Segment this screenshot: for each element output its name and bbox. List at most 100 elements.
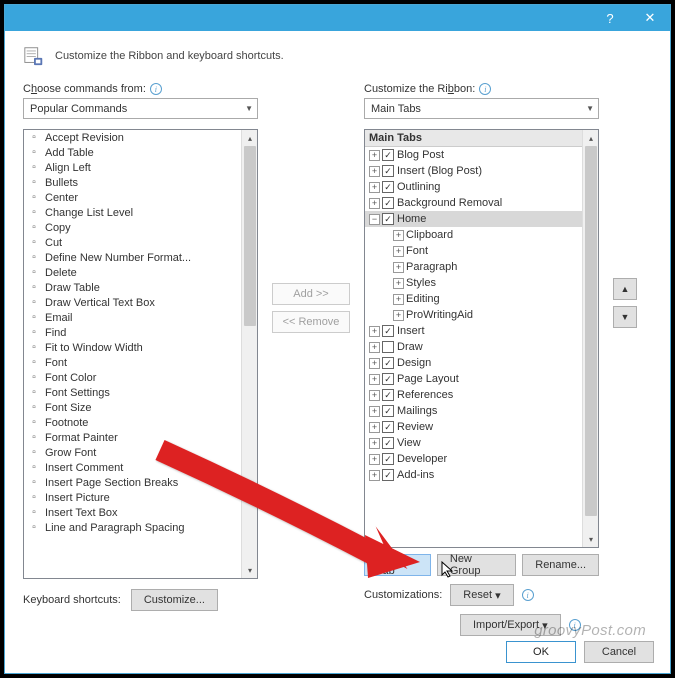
expand-icon[interactable]: + <box>393 262 404 273</box>
help-button[interactable]: ? <box>590 5 630 31</box>
expand-icon[interactable]: + <box>393 294 404 305</box>
expand-icon[interactable]: + <box>369 374 380 385</box>
expand-icon[interactable]: + <box>369 470 380 481</box>
list-item[interactable]: ▫Font Color‣▾ <box>24 370 257 385</box>
expand-icon[interactable]: + <box>369 438 380 449</box>
list-item[interactable]: ▫Align Left <box>24 160 257 175</box>
expand-icon[interactable]: + <box>369 454 380 465</box>
tree-node[interactable]: +✓Mailings <box>365 403 598 419</box>
list-item[interactable]: ▫Add Table▸ <box>24 145 257 160</box>
list-item[interactable]: ▫Grow Font <box>24 445 257 460</box>
checkbox[interactable]: ✓ <box>382 213 394 225</box>
info-icon[interactable]: i <box>479 83 491 95</box>
info-icon[interactable]: i <box>150 83 162 95</box>
tree-node[interactable]: +Draw <box>365 339 598 355</box>
tree-node[interactable]: +✓Insert (Blog Post) <box>365 163 598 179</box>
expand-icon[interactable]: + <box>369 326 380 337</box>
list-item[interactable]: ▫Bullets‣▾ <box>24 175 257 190</box>
tree-node[interactable]: +✓Review <box>365 419 598 435</box>
tree-node[interactable]: +✓Insert <box>365 323 598 339</box>
checkbox[interactable]: ✓ <box>382 453 394 465</box>
list-item[interactable]: ▫Find <box>24 325 257 340</box>
list-item[interactable]: ▫Insert Text Box▸ <box>24 505 257 520</box>
list-item[interactable]: ▫Font Size‣▾ <box>24 400 257 415</box>
scroll-down-icon[interactable]: ▾ <box>242 562 258 578</box>
new-tab-button[interactable]: New Tab <box>364 554 431 576</box>
scroll-thumb[interactable] <box>244 146 256 326</box>
expand-icon[interactable]: + <box>393 246 404 257</box>
tree-node[interactable]: +Clipboard <box>365 227 598 243</box>
list-item[interactable]: ▫Insert Picture <box>24 490 257 505</box>
list-item[interactable]: ▫Insert Comment <box>24 460 257 475</box>
checkbox[interactable]: ✓ <box>382 405 394 417</box>
scrollbar[interactable]: ▴ ▾ <box>241 130 257 578</box>
scrollbar[interactable]: ▴ ▾ <box>582 130 598 547</box>
list-item[interactable]: ▫Footnote <box>24 415 257 430</box>
expand-icon[interactable]: + <box>369 406 380 417</box>
scroll-down-icon[interactable]: ▾ <box>583 531 599 547</box>
list-item[interactable]: ▫Format Painter <box>24 430 257 445</box>
checkbox[interactable]: ✓ <box>382 437 394 449</box>
list-item[interactable]: ▫Accept Revision <box>24 130 257 145</box>
list-item[interactable]: ▫Center <box>24 190 257 205</box>
checkbox[interactable]: ✓ <box>382 197 394 209</box>
expand-icon[interactable]: + <box>369 390 380 401</box>
expand-icon[interactable]: + <box>393 278 404 289</box>
expand-icon[interactable]: + <box>369 422 380 433</box>
tree-node[interactable]: +Paragraph <box>365 259 598 275</box>
expand-icon[interactable]: + <box>369 358 380 369</box>
tree-node[interactable]: +✓Blog Post <box>365 147 598 163</box>
checkbox[interactable]: ✓ <box>382 421 394 433</box>
list-item[interactable]: ▫Insert Page Section Breaks▸ <box>24 475 257 490</box>
checkbox[interactable]: ✓ <box>382 165 394 177</box>
checkbox[interactable]: ✓ <box>382 357 394 369</box>
list-item[interactable]: ▫Define New Number Format... <box>24 250 257 265</box>
expand-icon[interactable]: + <box>369 166 380 177</box>
list-item[interactable]: ▫Email <box>24 310 257 325</box>
list-item[interactable]: ▫Font Settings <box>24 385 257 400</box>
tree-node[interactable]: +✓Page Layout <box>365 371 598 387</box>
close-button[interactable]: ✕ <box>630 5 670 31</box>
customize-button[interactable]: Customize... <box>131 589 218 611</box>
tree-node[interactable]: +Font <box>365 243 598 259</box>
scroll-up-icon[interactable]: ▴ <box>583 130 599 146</box>
tree-node[interactable]: +Editing <box>365 291 598 307</box>
list-item[interactable]: ▫Draw Table <box>24 280 257 295</box>
tree-node[interactable]: +Styles <box>365 275 598 291</box>
tree-node[interactable]: −✓Home <box>365 211 598 227</box>
expand-icon[interactable]: + <box>393 310 404 321</box>
tree-node[interactable]: +✓Developer <box>365 451 598 467</box>
expand-icon[interactable]: − <box>369 214 380 225</box>
checkbox[interactable]: ✓ <box>382 373 394 385</box>
list-item[interactable]: ▫Cut <box>24 235 257 250</box>
tree-node[interactable]: +✓References <box>365 387 598 403</box>
tree-node[interactable]: +✓Background Removal <box>365 195 598 211</box>
list-item[interactable]: ▫Copy <box>24 220 257 235</box>
scroll-up-icon[interactable]: ▴ <box>242 130 258 146</box>
commands-from-combo[interactable]: Popular Commands ▼ <box>23 98 258 119</box>
tree-node[interactable]: +✓View <box>365 435 598 451</box>
expand-icon[interactable]: + <box>369 198 380 209</box>
cancel-button[interactable]: Cancel <box>584 641 654 663</box>
ribbon-scope-combo[interactable]: Main Tabs ▼ <box>364 98 599 119</box>
ok-button[interactable]: OK <box>506 641 576 663</box>
expand-icon[interactable]: + <box>369 150 380 161</box>
ribbon-tree[interactable]: Main Tabs +✓Blog Post+✓Insert (Blog Post… <box>364 129 599 548</box>
rename-button[interactable]: Rename... <box>522 554 599 576</box>
checkbox[interactable]: ✓ <box>382 181 394 193</box>
new-group-button[interactable]: New Group <box>437 554 516 576</box>
expand-icon[interactable]: + <box>369 182 380 193</box>
tree-node[interactable]: +✓Add-ins <box>365 467 598 483</box>
expand-icon[interactable]: + <box>369 342 380 353</box>
list-item[interactable]: ▫Delete <box>24 265 257 280</box>
checkbox[interactable]: ✓ <box>382 389 394 401</box>
checkbox[interactable] <box>382 341 394 353</box>
list-item[interactable]: ▫Line and Paragraph Spacing‣▾ <box>24 520 257 535</box>
info-icon[interactable]: i <box>522 589 534 601</box>
checkbox[interactable]: ✓ <box>382 149 394 161</box>
move-up-button[interactable]: ▲ <box>613 278 637 300</box>
tree-node[interactable]: +ProWritingAid <box>365 307 598 323</box>
list-item[interactable]: ▫Font‣▾ <box>24 355 257 370</box>
commands-listbox[interactable]: ▫Accept Revision▫Add Table▸▫Align Left▫B… <box>23 129 258 579</box>
list-item[interactable]: ▫Draw Vertical Text Box <box>24 295 257 310</box>
